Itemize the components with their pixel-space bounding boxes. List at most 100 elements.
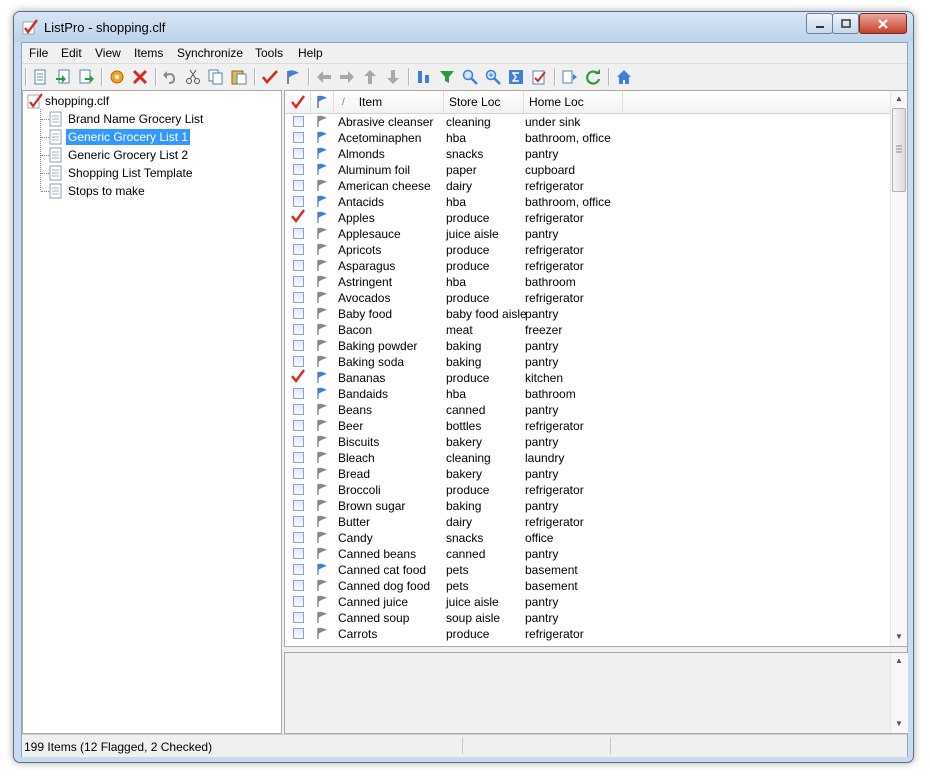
up-arrow-icon[interactable] xyxy=(360,67,380,87)
tree-item[interactable]: Generic Grocery List 1 xyxy=(49,128,191,146)
table-row[interactable]: Antacids hba bathroom, office xyxy=(285,194,890,210)
table-row[interactable]: Apricots produce refrigerator xyxy=(285,242,890,258)
table-row[interactable]: Avocados produce refrigerator xyxy=(285,290,890,306)
flag-off-icon[interactable] xyxy=(316,467,329,480)
table-row[interactable]: Bleach cleaning laundry xyxy=(285,450,890,466)
menu-items[interactable]: Items xyxy=(134,46,163,60)
table-row[interactable]: Beans canned pantry xyxy=(285,402,890,418)
flag-off-icon[interactable] xyxy=(316,627,329,640)
flag-off-icon[interactable] xyxy=(316,355,329,368)
menu-file[interactable]: File xyxy=(29,46,48,60)
table-row[interactable]: Biscuits bakery pantry xyxy=(285,434,890,450)
table-row[interactable]: Broccoli produce refrigerator xyxy=(285,482,890,498)
home-icon[interactable] xyxy=(614,67,634,87)
row-checkbox[interactable] xyxy=(293,292,304,303)
flag-off-icon[interactable] xyxy=(316,243,329,256)
flag-off-icon[interactable] xyxy=(316,579,329,592)
detail-scroll-up-icon[interactable]: ▲ xyxy=(895,656,903,665)
menu-help[interactable]: Help xyxy=(298,46,323,60)
row-checkbox[interactable] xyxy=(293,228,304,239)
flag-icon[interactable] xyxy=(283,67,303,87)
table-row[interactable]: Carrots produce refrigerator xyxy=(285,626,890,642)
row-checkbox[interactable] xyxy=(293,340,304,351)
flag-off-icon[interactable] xyxy=(316,323,329,336)
table-row[interactable]: Candy snacks office xyxy=(285,530,890,546)
row-checkbox[interactable] xyxy=(293,356,304,367)
check-icon[interactable] xyxy=(260,67,280,87)
flag-off-icon[interactable] xyxy=(316,291,329,304)
flag-icon[interactable] xyxy=(316,371,329,384)
table-row[interactable]: Abrasive cleanser cleaning under sink xyxy=(285,114,890,130)
filter-icon[interactable] xyxy=(437,67,457,87)
table-row[interactable]: Apples produce refrigerator xyxy=(285,209,890,226)
row-checkbox[interactable] xyxy=(293,468,304,479)
row-checkbox[interactable] xyxy=(293,196,304,207)
row-checkbox[interactable] xyxy=(293,612,304,623)
table-row[interactable]: Canned soup soup aisle pantry xyxy=(285,610,890,626)
row-checkbox[interactable] xyxy=(293,436,304,447)
scroll-down-icon[interactable]: ▼ xyxy=(895,632,903,641)
row-checkbox[interactable] xyxy=(293,404,304,415)
row-checkbox[interactable] xyxy=(293,116,304,127)
flag-off-icon[interactable] xyxy=(316,115,329,128)
table-row[interactable]: Bandaids hba bathroom xyxy=(285,386,890,402)
table-row[interactable]: Baking powder baking pantry xyxy=(285,338,890,354)
row-checkbox[interactable] xyxy=(293,308,304,319)
checked-icon[interactable] xyxy=(291,369,305,383)
flag-off-icon[interactable] xyxy=(316,595,329,608)
tree-item[interactable]: Generic Grocery List 2 xyxy=(49,146,190,164)
table-row[interactable]: Bananas produce kitchen xyxy=(285,369,890,386)
title-bar[interactable]: ListPro - shopping.clf xyxy=(14,12,913,42)
table-row[interactable]: Canned juice juice aisle pantry xyxy=(285,594,890,610)
flag-off-icon[interactable] xyxy=(316,435,329,448)
table-row[interactable]: Aluminum foil paper cupboard xyxy=(285,162,890,178)
header-flag-column[interactable] xyxy=(311,91,334,113)
scroll-up-icon[interactable]: ▲ xyxy=(895,94,903,103)
import-icon[interactable] xyxy=(53,67,73,87)
copy-icon[interactable] xyxy=(206,67,226,87)
detail-scrollbar[interactable]: ▲ ▼ xyxy=(890,653,908,733)
back-arrow-icon[interactable] xyxy=(314,67,334,87)
undo-icon[interactable] xyxy=(160,67,180,87)
paste-icon[interactable] xyxy=(229,67,249,87)
find-icon[interactable] xyxy=(460,67,480,87)
flag-icon[interactable] xyxy=(316,163,329,176)
detail-pane[interactable]: ▲ ▼ xyxy=(284,652,908,734)
row-checkbox[interactable] xyxy=(293,420,304,431)
flag-off-icon[interactable] xyxy=(316,547,329,560)
row-checkbox[interactable] xyxy=(293,580,304,591)
table-row[interactable]: Astringent hba bathroom xyxy=(285,274,890,290)
tree-item[interactable]: Stops to make xyxy=(49,182,147,200)
row-checkbox[interactable] xyxy=(293,628,304,639)
tree-item[interactable]: Shopping List Template xyxy=(49,164,195,182)
row-checkbox[interactable] xyxy=(293,148,304,159)
down-arrow-icon[interactable] xyxy=(383,67,403,87)
flag-icon[interactable] xyxy=(316,195,329,208)
minimize-button[interactable] xyxy=(806,13,833,34)
table-row[interactable]: Beer bottles refrigerator xyxy=(285,418,890,434)
flag-off-icon[interactable] xyxy=(316,515,329,528)
find-next-icon[interactable] xyxy=(483,67,503,87)
cut-icon[interactable] xyxy=(183,67,203,87)
flag-off-icon[interactable] xyxy=(316,483,329,496)
row-checkbox[interactable] xyxy=(293,484,304,495)
menu-tools[interactable]: Tools xyxy=(255,46,283,60)
delete-icon[interactable] xyxy=(130,67,150,87)
row-checkbox[interactable] xyxy=(293,452,304,463)
flag-off-icon[interactable] xyxy=(316,403,329,416)
table-row[interactable]: Canned cat food pets basement xyxy=(285,562,890,578)
flag-off-icon[interactable] xyxy=(316,451,329,464)
row-checkbox[interactable] xyxy=(293,164,304,175)
table-row[interactable]: Butter dairy refrigerator xyxy=(285,514,890,530)
tree-item[interactable]: Brand Name Grocery List xyxy=(49,110,205,128)
sync-out-icon[interactable] xyxy=(560,67,580,87)
table-row[interactable]: Almonds snacks pantry xyxy=(285,146,890,162)
tree-root[interactable]: shopping.clf xyxy=(27,92,111,110)
row-checkbox[interactable] xyxy=(293,324,304,335)
menu-view[interactable]: View xyxy=(95,46,121,60)
row-checkbox[interactable] xyxy=(293,500,304,511)
maximize-button[interactable] xyxy=(832,13,859,34)
scroll-thumb[interactable] xyxy=(892,108,906,192)
row-checkbox[interactable] xyxy=(293,260,304,271)
header-item[interactable]: / Item xyxy=(334,91,444,113)
